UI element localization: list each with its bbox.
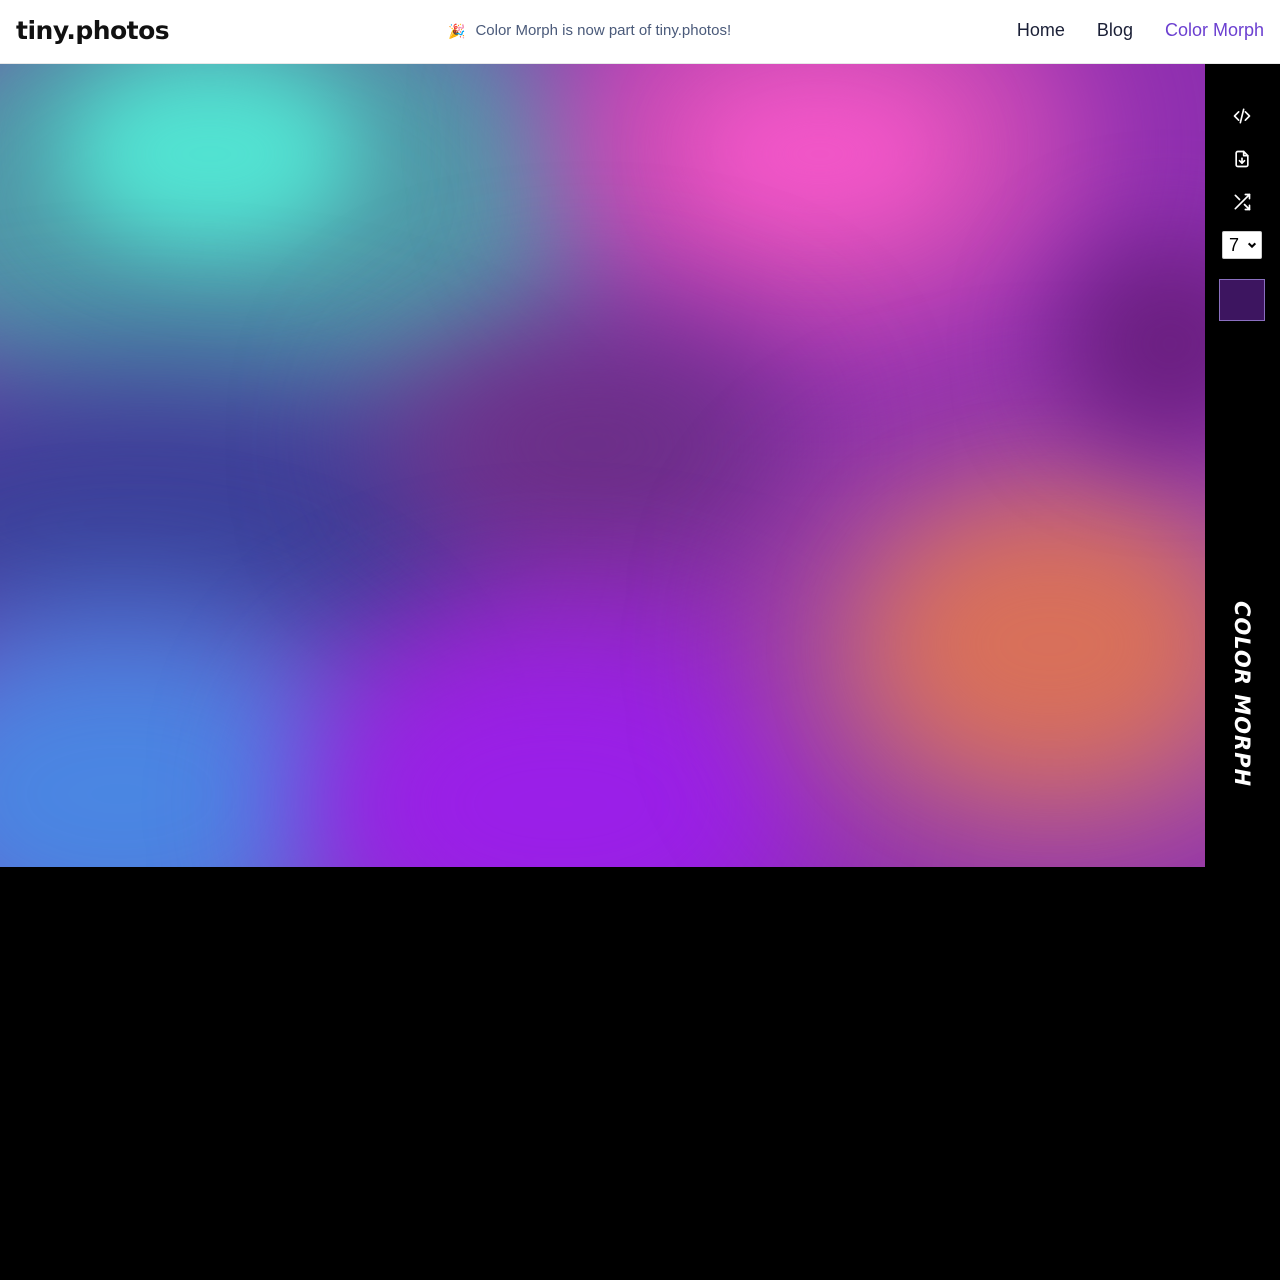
nav-home-link[interactable]: Home [1017, 20, 1065, 41]
gradient-blob [380, 324, 800, 564]
gradient-blob [300, 624, 820, 867]
background-color-swatch[interactable] [1219, 279, 1265, 321]
main-nav: Home Blog Color Morph [1017, 20, 1264, 41]
embed-code-button[interactable] [1231, 105, 1253, 127]
gradient-canvas[interactable] [0, 64, 1205, 867]
chevron-down-icon [1247, 242, 1257, 249]
embed-code-icon [1233, 108, 1251, 124]
party-popper-icon: 🎉 [448, 22, 466, 39]
gradient-blob [700, 84, 940, 224]
download-button[interactable] [1231, 148, 1253, 170]
color-count-value: 7 [1229, 234, 1240, 255]
announcement-text: Color Morph is now part of tiny.photos! [475, 22, 732, 39]
gradient-blob [880, 514, 1205, 774]
color-morph-brand: COLOR MORPH [1215, 601, 1269, 787]
top-header: tiny.photos 🎉 Color Morph is now part of… [0, 0, 1280, 64]
nav-color-morph-link[interactable]: Color Morph [1165, 20, 1264, 41]
color-count-select[interactable]: 7 [1222, 231, 1262, 259]
brand-label: COLOR MORPH [1230, 600, 1254, 788]
shuffle-icon [1234, 193, 1251, 211]
gradient-blob [1060, 244, 1205, 444]
announcement-banner: 🎉 Color Morph is now part of tiny.photos… [448, 22, 731, 39]
control-sidebar: 7 COLOR MORPH [1205, 64, 1280, 867]
site-logo[interactable]: tiny.photos [16, 16, 170, 45]
shuffle-button[interactable] [1231, 191, 1253, 213]
download-file-icon [1235, 150, 1249, 168]
nav-blog-link[interactable]: Blog [1097, 20, 1133, 41]
